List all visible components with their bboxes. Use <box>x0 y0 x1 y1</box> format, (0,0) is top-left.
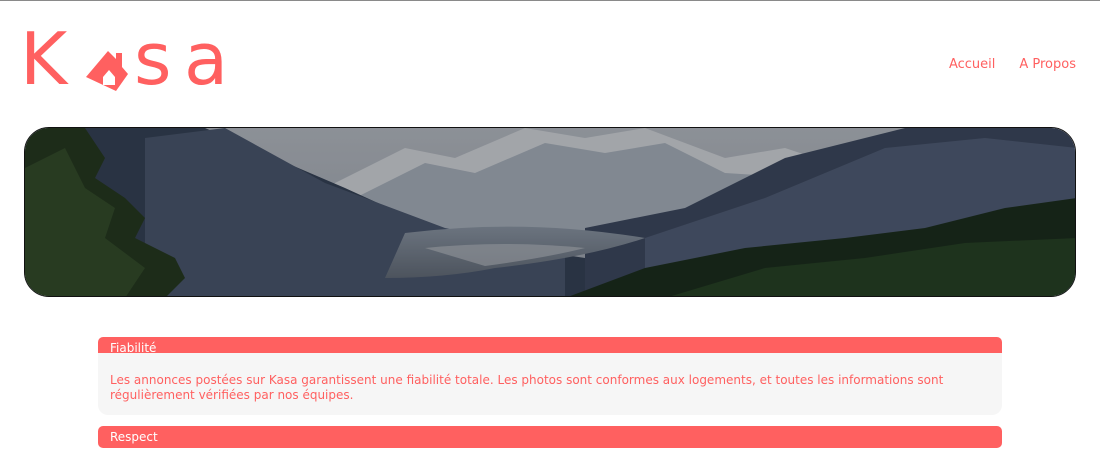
logo-letter-a: a <box>184 17 229 101</box>
house-icon <box>86 51 128 91</box>
logo-letter-s: s <box>134 17 172 101</box>
banner-overlay <box>25 128 1075 296</box>
logo-letter-k: K <box>20 17 68 101</box>
kasa-logo[interactable]: K s a <box>20 23 234 95</box>
nav-link-a-propos[interactable]: A Propos <box>1019 57 1076 72</box>
main-nav: Accueil A Propos <box>949 57 1076 72</box>
hero-banner <box>24 127 1076 297</box>
collapse-respect: Respect <box>98 426 1002 448</box>
collapse-fiabilite: Fiabilité Les annonces postées sur Kasa … <box>98 337 1002 415</box>
collapse-content: Les annonces postées sur Kasa garantisse… <box>98 353 1002 415</box>
nav-link-accueil[interactable]: Accueil <box>949 57 995 72</box>
site-header: K s a Accueil A Propos <box>0 1 1100 111</box>
collapse-header[interactable]: Respect <box>98 426 1002 448</box>
